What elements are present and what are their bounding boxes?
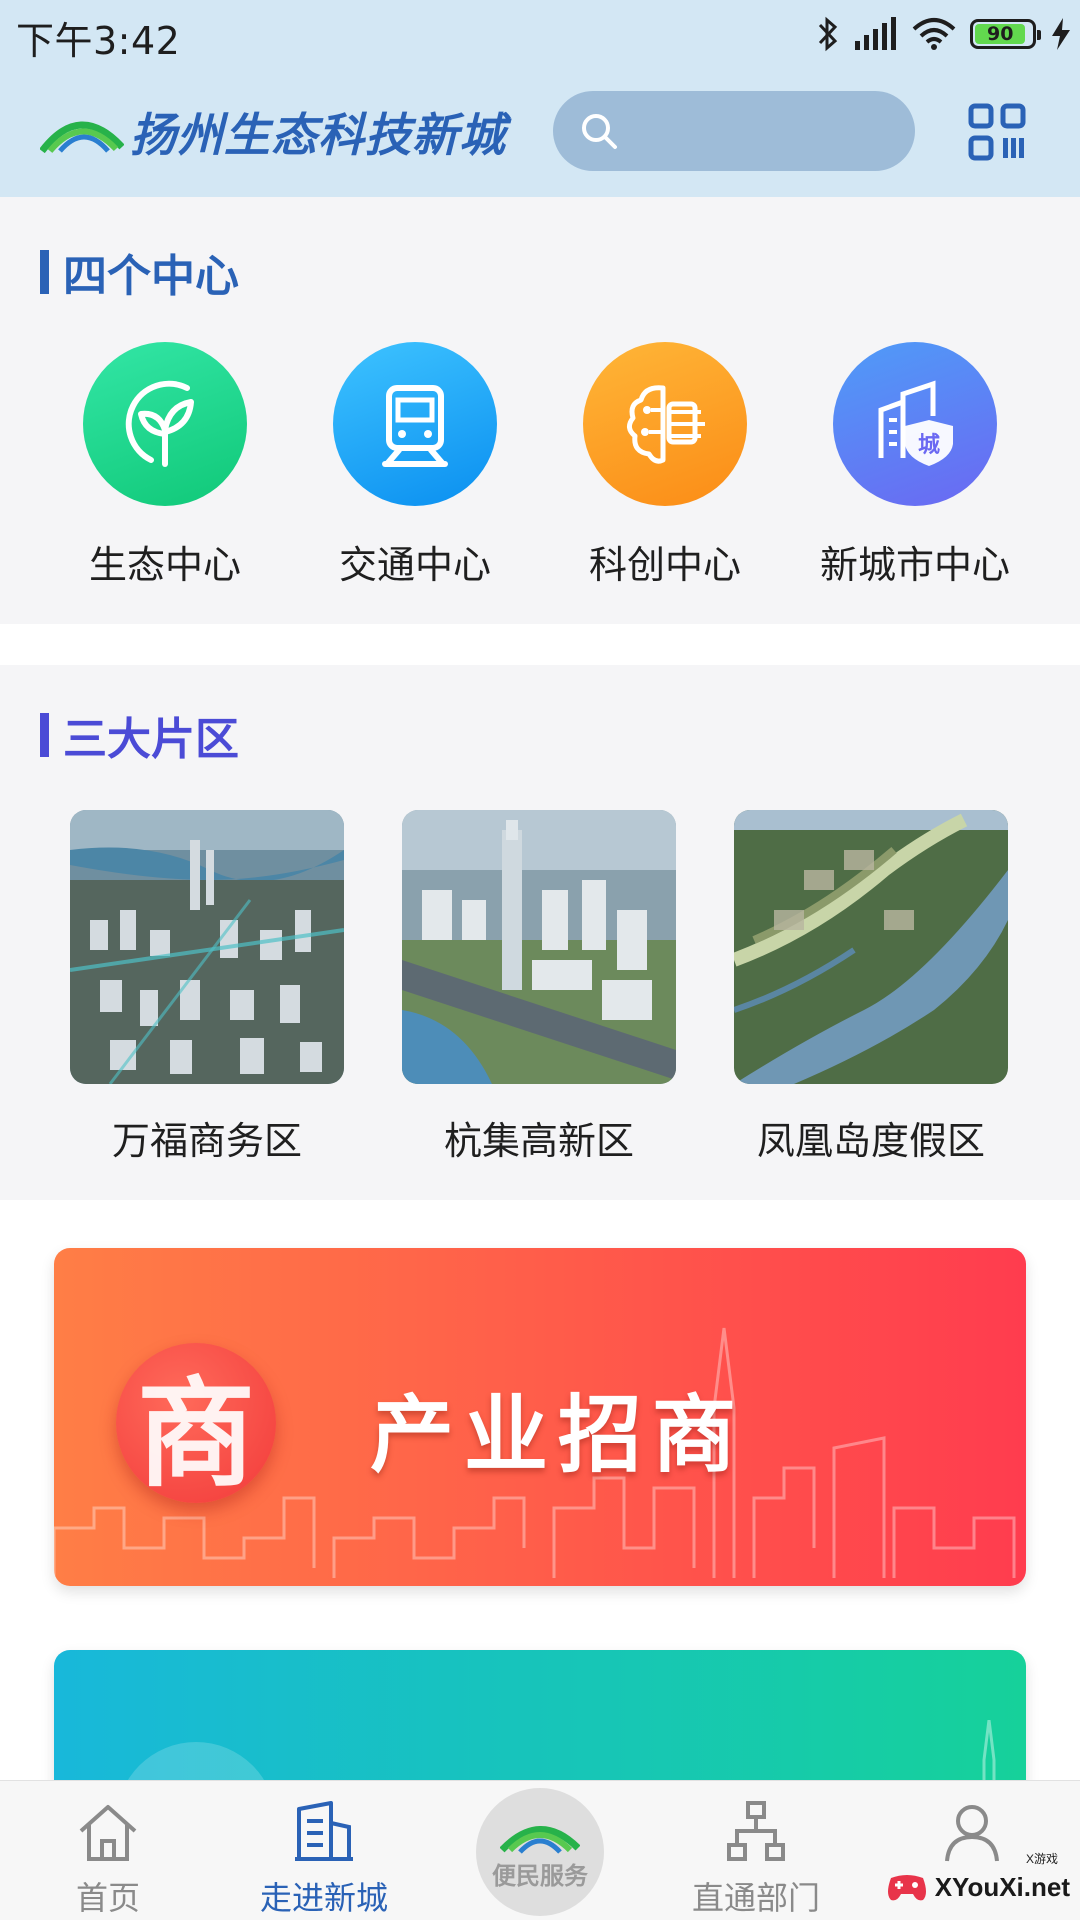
search-bar[interactable] — [553, 91, 915, 171]
plant-icon — [125, 380, 194, 467]
zone-image — [734, 810, 1008, 1084]
zone-item-phoenix-island[interactable]: 凤凰岛度假区 — [734, 810, 1008, 1165]
tab-label: 便民服务 — [492, 1861, 588, 1890]
center-list: 生态中心 交通中心 科创中心 城 新城市中心 — [0, 342, 1080, 589]
three-zones-heading: 三大片区 — [40, 712, 239, 765]
center-item-new-city[interactable]: 城 新城市中心 — [790, 342, 1040, 589]
search-icon — [582, 114, 617, 149]
logo-icon — [500, 1825, 580, 1854]
tab-home[interactable]: 首页 — [0, 1781, 216, 1920]
zone-item-hangji[interactable]: 杭集高新区 — [402, 810, 676, 1165]
heading-bar — [40, 250, 49, 294]
tab-label: 首页 — [75, 1879, 140, 1917]
investment-banner[interactable]: 商 产业招商 — [54, 1248, 1026, 1586]
four-centers-title: 四个中心 — [63, 251, 239, 302]
chip-brain-icon — [627, 385, 705, 464]
center-label: 新城市中心 — [819, 543, 1010, 587]
center-badge: 城 — [918, 432, 940, 458]
tab-label: 直通部门 — [691, 1879, 820, 1917]
watermark-small: X游戏 — [1025, 1852, 1058, 1866]
brand: 扬州生态科技新城 — [40, 100, 506, 164]
zone-image — [70, 810, 344, 1084]
center-icon-bg — [333, 342, 497, 506]
zone-label: 凤凰岛度假区 — [756, 1119, 985, 1163]
brand-title: 扬州生态科技新城 — [130, 108, 506, 162]
battery-level: 90 — [975, 23, 1026, 45]
banner-title: 产业招商 — [370, 1386, 747, 1484]
emblem-icon: 商 — [116, 1343, 276, 1503]
org-chart-icon — [727, 1801, 785, 1861]
center-label: 交通中心 — [338, 543, 491, 587]
user-icon — [945, 1805, 999, 1862]
home-icon — [79, 1805, 137, 1861]
center-item-tech[interactable]: 科创中心 — [540, 342, 790, 589]
gamepad-icon — [887, 1875, 926, 1901]
signal-icon — [855, 17, 896, 50]
center-item-traffic[interactable]: 交通中心 — [290, 342, 540, 589]
zone-item-wanfu[interactable]: 万福商务区 — [70, 810, 344, 1165]
watermark: XYouXi.net X游戏 — [885, 1852, 1070, 1912]
wifi-icon — [912, 18, 956, 50]
center-label: 科创中心 — [588, 543, 741, 587]
four-centers-heading: 四个中心 — [40, 249, 239, 302]
zone-list: 万福商务区 杭集高新区 凤凰岛度假区 — [70, 810, 1008, 1165]
tab-departments[interactable]: 直通部门 — [648, 1781, 864, 1920]
status-time: 下午3:42 — [16, 19, 181, 63]
center-icon-bg — [83, 342, 247, 506]
tab-label: 走进新城 — [259, 1879, 388, 1917]
center-icon-bg — [583, 342, 747, 506]
zone-label: 万福商务区 — [111, 1119, 302, 1163]
three-zones-title: 三大片区 — [63, 714, 239, 765]
tab-explore-city[interactable]: 走进新城 — [216, 1781, 432, 1920]
heading-bar — [40, 713, 49, 757]
battery-icon: 90 — [970, 19, 1041, 49]
watermark-text: XYouXi.net — [934, 1871, 1070, 1902]
charging-icon — [1052, 18, 1070, 50]
building-icon — [295, 1801, 353, 1861]
center-item-ecology[interactable]: 生态中心 — [40, 342, 290, 589]
center-label: 生态中心 — [88, 543, 241, 587]
search-input[interactable] — [635, 114, 895, 148]
train-icon — [382, 385, 448, 467]
app-header: 下午3:42 90 扬州生态科技新城 — [0, 0, 1080, 197]
status-icons: 90 — [816, 14, 1072, 54]
logo-icon — [40, 121, 124, 154]
zone-label: 杭集高新区 — [443, 1119, 634, 1163]
qr-code-icon[interactable] — [968, 103, 1026, 161]
bluetooth-icon — [818, 16, 838, 52]
city-shield-icon: 城 — [878, 380, 953, 466]
center-icon-bg: 城 — [833, 342, 997, 506]
zone-image — [402, 810, 676, 1084]
tab-convenience-service[interactable]: 便民服务 — [476, 1788, 604, 1916]
